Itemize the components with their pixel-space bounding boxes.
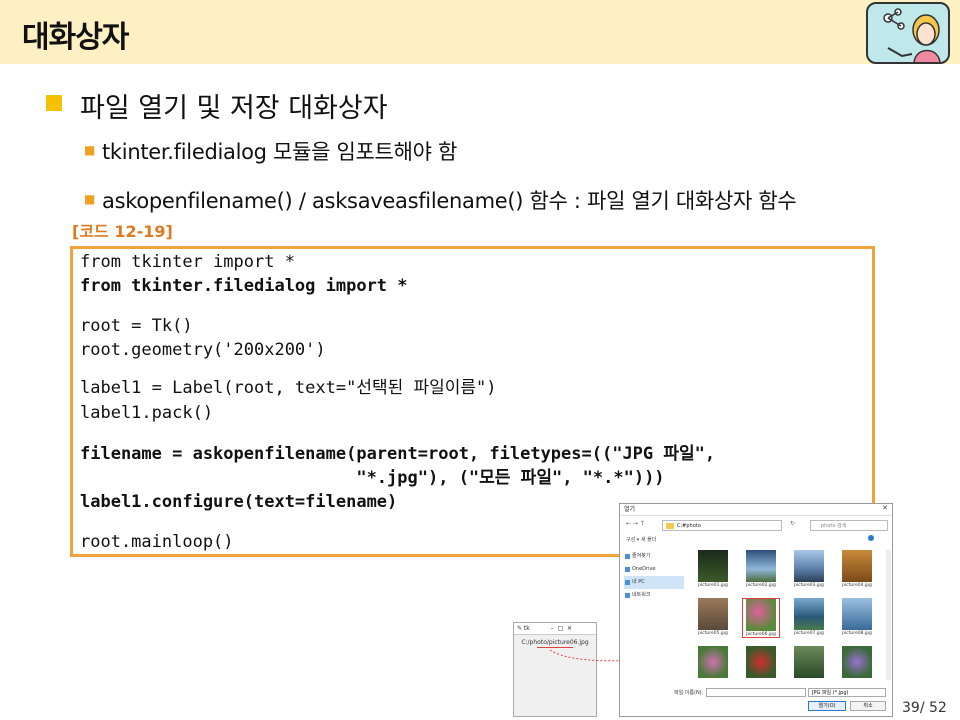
- code-line: root = Tk(): [80, 316, 193, 336]
- code-line: label1.configure(text=filename): [80, 492, 398, 512]
- file-item[interactable]: picture03.jpg: [790, 550, 828, 590]
- bullet-text-2: askopenfilename() / asksaveasfilename() …: [102, 189, 797, 213]
- filename-label: 파일 이름(N):: [674, 690, 704, 696]
- file-item[interactable]: picture02.jpg: [742, 550, 780, 590]
- file-item[interactable]: [838, 646, 876, 686]
- nav-arrows-icon[interactable]: ← → ↑: [626, 520, 645, 527]
- file-item[interactable]: picture08.jpg: [838, 598, 876, 638]
- search-input[interactable]: photo 검색: [810, 520, 888, 531]
- nav-item-onedrive[interactable]: OneDrive: [624, 563, 684, 576]
- bullet-square-icon: [46, 95, 62, 111]
- address-text: C:#photo: [677, 523, 701, 529]
- address-bar[interactable]: C:#photo: [662, 520, 782, 531]
- sub-bullet-icon: ■: [84, 143, 96, 157]
- code-line: from tkinter.filedialog import *: [80, 276, 408, 296]
- scrollbar[interactable]: [886, 550, 891, 680]
- filetype-select[interactable]: JPG 파일 (*.jpg): [808, 688, 886, 697]
- section-heading: 파일 열기 및 저장 대화상자: [80, 93, 388, 124]
- code-line: label1 = Label(root, text="선택된 파일이름"): [80, 378, 497, 398]
- code-line: root.mainloop(): [80, 532, 234, 552]
- nav-item-favorites[interactable]: 즐겨찾기: [624, 550, 684, 563]
- sub-bullet-icon: ■: [84, 192, 96, 206]
- file-item[interactable]: [742, 646, 780, 686]
- code-line: root.geometry('200x200'): [80, 340, 326, 360]
- cancel-button[interactable]: 취소: [850, 701, 886, 711]
- close-icon[interactable]: ✕: [882, 504, 888, 512]
- page-number: 39/ 52: [902, 700, 947, 716]
- open-file-dialog: 열기 ✕ ← → ↑ C:#photo ↻ photo 검색 구성 ▾ 새 폴더…: [619, 503, 893, 717]
- filename-input[interactable]: [706, 688, 806, 697]
- nav-pane: 즐겨찾기 OneDrive 내 PC 네트워크: [624, 550, 684, 602]
- file-item-selected[interactable]: picture06.jpg: [742, 598, 780, 638]
- dialog-toolbar[interactable]: 구성 ▾ 새 폴더: [626, 536, 656, 543]
- code-line: "*.jpg"), ("모든 파일", "*.*"))): [80, 468, 665, 488]
- file-item[interactable]: picture01.jpg: [694, 550, 732, 590]
- refresh-icon[interactable]: ↻: [790, 520, 795, 527]
- help-icon[interactable]: [868, 535, 874, 541]
- file-item[interactable]: picture07.jpg: [790, 598, 828, 638]
- nav-item-this-pc[interactable]: 내 PC: [624, 576, 684, 589]
- open-button[interactable]: 열기(O): [808, 701, 846, 711]
- bullet-text-1: tkinter.filedialog 모듈을 임포트해야 함: [102, 140, 458, 164]
- code-line: from tkinter import *: [80, 252, 295, 272]
- presenter-avatar-illustration: [866, 2, 950, 64]
- file-item[interactable]: [694, 646, 732, 686]
- dialog-title: 열기: [620, 504, 892, 516]
- file-item[interactable]: [790, 646, 828, 686]
- slide-title: 대화상자: [22, 20, 129, 55]
- code-caption: [코드 12-19]: [72, 222, 173, 241]
- file-item[interactable]: picture05.jpg: [694, 598, 732, 638]
- folder-icon: [666, 523, 674, 529]
- nav-item-network[interactable]: 네트워크: [624, 589, 684, 602]
- code-line: filename = askopenfilename(parent=root, …: [80, 444, 716, 464]
- code-line: label1.pack(): [80, 403, 214, 423]
- title-bar: [0, 0, 960, 64]
- file-item[interactable]: picture04.jpg: [838, 550, 876, 590]
